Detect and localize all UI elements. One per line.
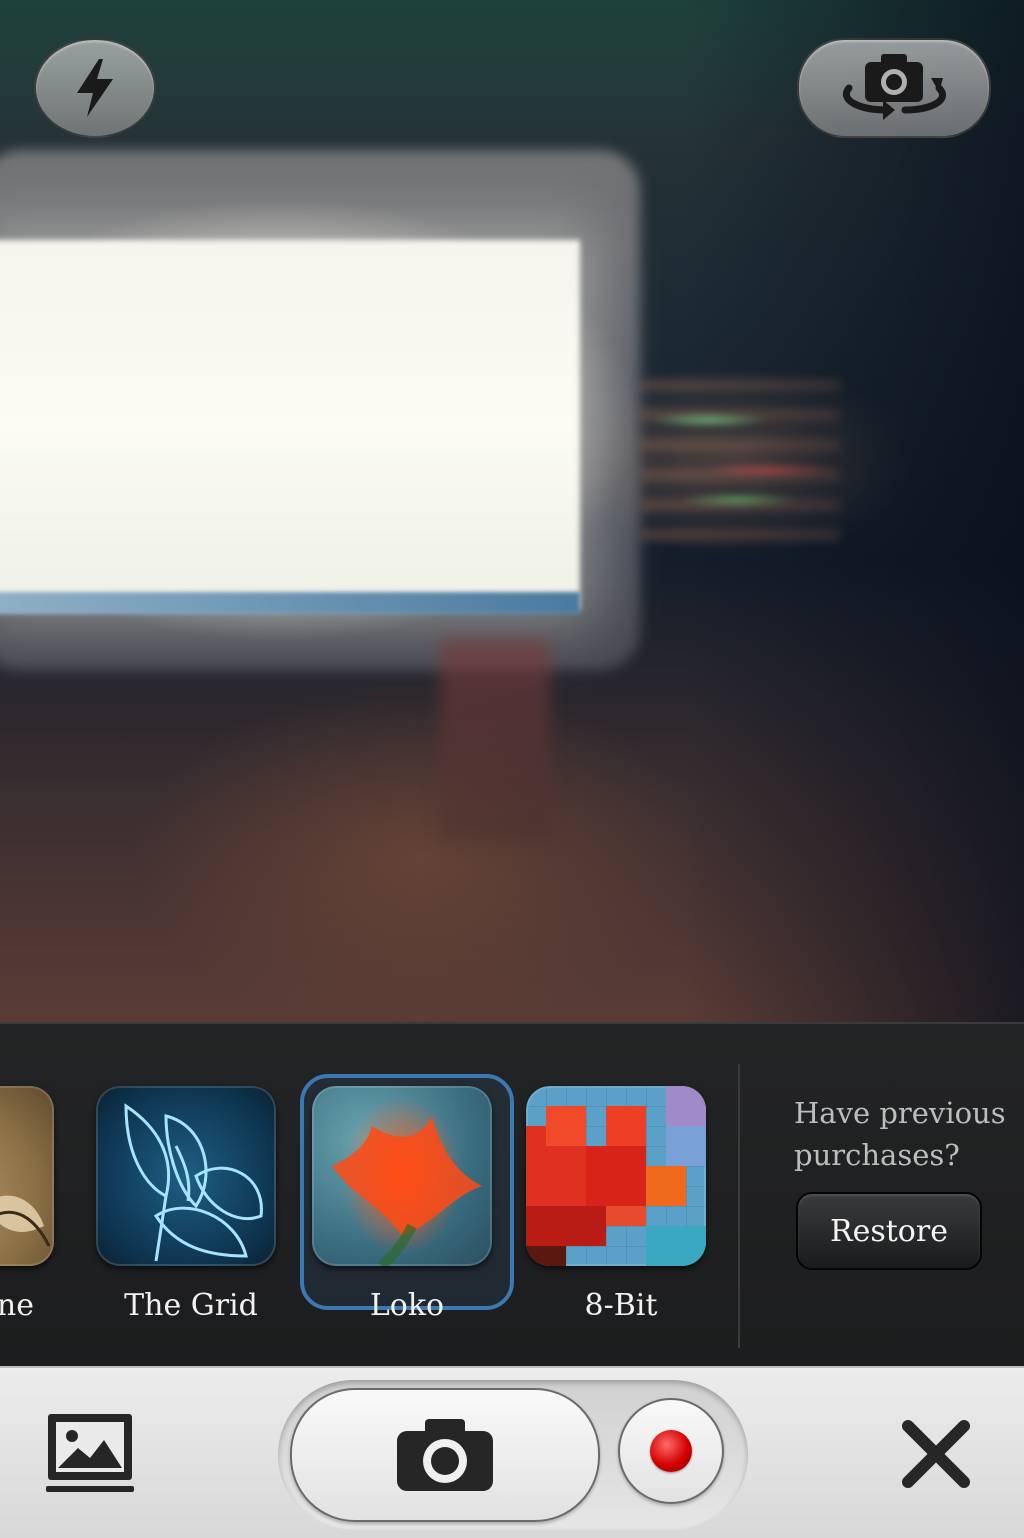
filter-thumb-8-bit: [526, 1086, 706, 1266]
filter-thumb-the-grid: [96, 1086, 276, 1266]
filter-label: ne: [0, 1288, 34, 1323]
filter-thumb-loko: [312, 1086, 492, 1266]
gallery-button[interactable]: [44, 1410, 136, 1496]
camera-rotate-icon: [843, 54, 946, 120]
viewfinder-monitor-screen: [0, 240, 580, 610]
filter-item-8-bit[interactable]: 8-Bit: [526, 1086, 716, 1323]
close-button[interactable]: [900, 1418, 972, 1490]
previous-purchases-prompt: Have previous purchases?: [794, 1092, 1014, 1176]
photo-gallery-icon: [46, 1414, 134, 1492]
record-dot-icon: [650, 1430, 692, 1472]
purchase-prompt-line-1: Have previous: [794, 1096, 1006, 1130]
filter-label: Loko: [369, 1288, 445, 1323]
shutter-button[interactable]: [290, 1388, 600, 1522]
camera-viewfinder[interactable]: [0, 0, 1024, 1022]
purchase-prompt-line-2: purchases?: [794, 1138, 960, 1172]
close-x-icon: [902, 1420, 970, 1488]
camera-icon: [397, 1419, 493, 1491]
restore-button[interactable]: Restore: [796, 1192, 982, 1270]
viewfinder-shade-right: [684, 0, 1024, 1022]
lightning-bolt-icon: [77, 59, 113, 117]
tray-divider: [738, 1064, 740, 1348]
filter-item-loko[interactable]: Loko: [312, 1086, 502, 1323]
record-button[interactable]: [618, 1398, 724, 1504]
filter-label: The Grid: [124, 1288, 258, 1323]
filter-label: 8-Bit: [584, 1288, 658, 1323]
filter-item-the-grid[interactable]: The Grid: [96, 1086, 286, 1323]
filter-tray[interactable]: ne The Grid Loko 8-Bit Have previous pur…: [0, 1022, 1024, 1368]
bottom-toolbar: [0, 1366, 1024, 1538]
flash-button[interactable]: [34, 38, 156, 138]
filter-item-sepia[interactable]: ne: [0, 1086, 64, 1323]
switch-camera-button[interactable]: [797, 38, 991, 138]
filter-thumb-sepia: [0, 1086, 54, 1266]
viewfinder-taskbar: [0, 592, 580, 614]
viewfinder-monitor-stand: [440, 640, 550, 840]
